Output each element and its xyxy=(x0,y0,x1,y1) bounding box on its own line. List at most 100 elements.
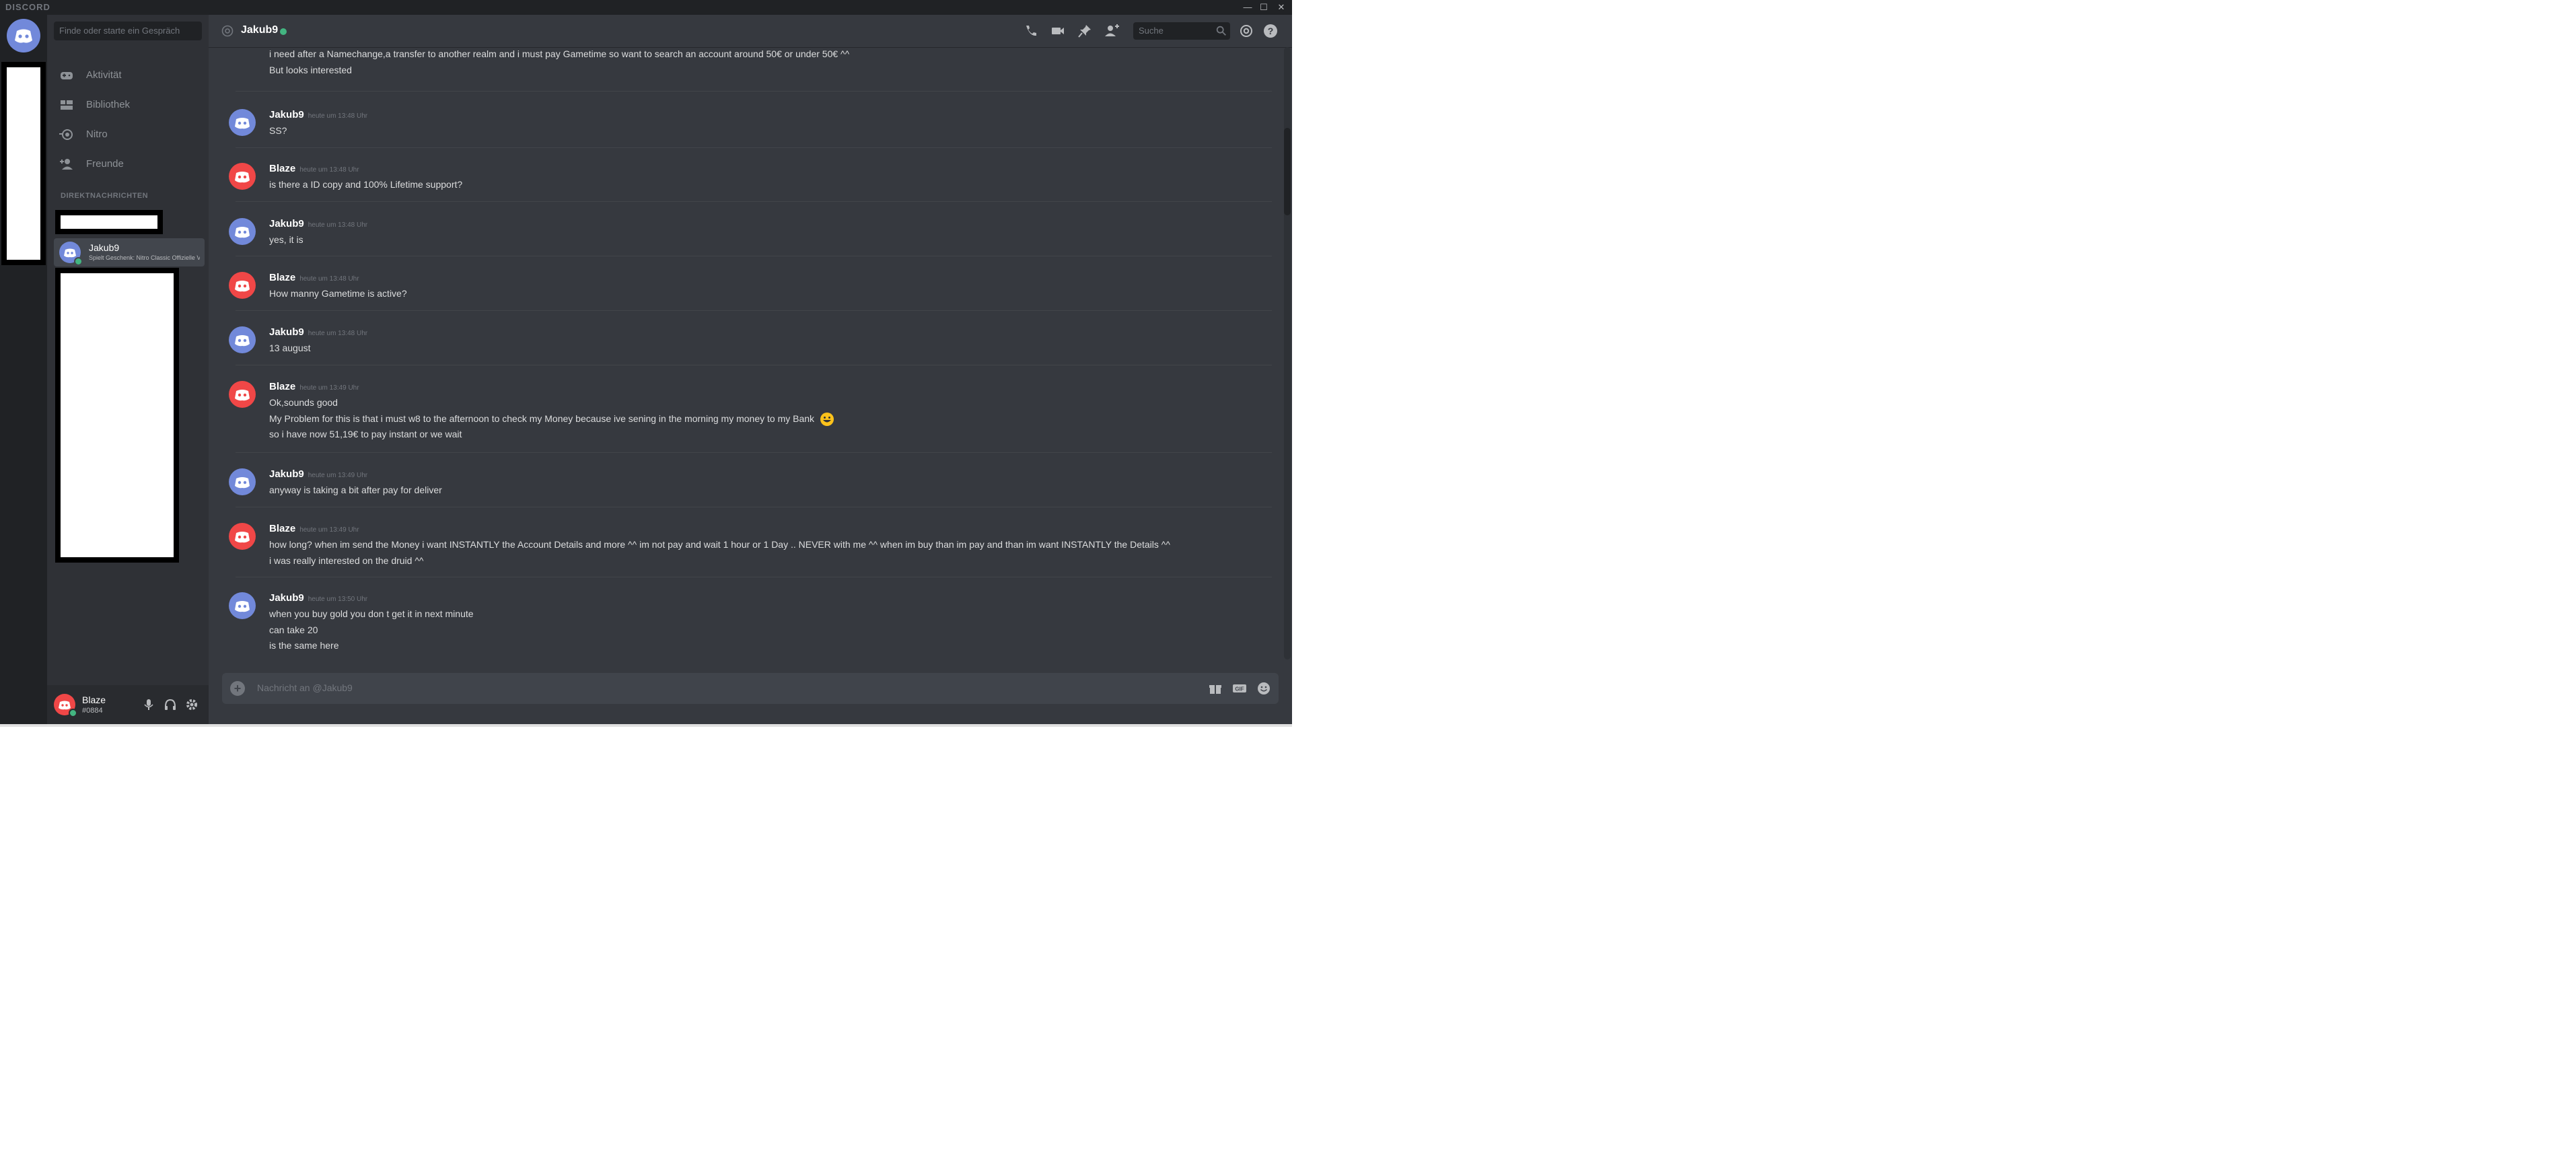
chat-header: Jakub9 Suche ? xyxy=(209,15,1292,47)
message-author[interactable]: Blaze heute um 13:49 Uhr xyxy=(269,381,359,392)
app-brand: DISCORD xyxy=(5,2,50,12)
search-icon xyxy=(1216,26,1226,36)
user-tag: #0884 xyxy=(82,707,103,715)
avatar[interactable] xyxy=(229,592,256,619)
author-name[interactable]: Jakub9 xyxy=(269,326,304,338)
message-line: is there a ID copy and 100% Lifetime sup… xyxy=(269,179,463,190)
headphones-icon[interactable] xyxy=(163,697,178,712)
author-name[interactable]: Jakub9 xyxy=(269,218,304,229)
message-author[interactable]: Jakub9 heute um 13:50 Uhr xyxy=(269,592,367,604)
author-name[interactable]: Blaze xyxy=(269,523,295,534)
message-author[interactable]: Jakub9 heute um 13:48 Uhr xyxy=(269,218,367,229)
message-content: anyway is taking a bit after pay for del… xyxy=(269,483,442,499)
author-name[interactable]: Blaze xyxy=(269,381,295,392)
nav-item-activity[interactable]: Aktivität xyxy=(54,62,202,89)
nav-item-friends[interactable]: Freunde xyxy=(54,151,202,178)
author-name[interactable]: Jakub9 xyxy=(269,592,304,604)
add-friend-icon[interactable] xyxy=(1104,23,1120,39)
mentions-icon[interactable] xyxy=(1238,23,1254,39)
maximize-button[interactable]: ☐ xyxy=(1256,0,1272,15)
message-divider xyxy=(236,147,1272,148)
message-content: Ok,sounds good My Problem for this is th… xyxy=(269,395,834,443)
message-content: when you buy gold you don t get it in ne… xyxy=(269,606,474,654)
discord-logo-icon xyxy=(15,29,32,43)
message-author[interactable]: Jakub9 heute um 13:49 Uhr xyxy=(269,468,367,480)
author-name[interactable]: Jakub9 xyxy=(269,109,304,120)
message-line: so i have now 51,19€ to pay instant or w… xyxy=(269,429,462,439)
online-status-dot xyxy=(74,257,83,266)
avatar[interactable] xyxy=(229,218,256,245)
message-timestamp: heute um 13:48 Uhr xyxy=(308,112,368,120)
avatar[interactable] xyxy=(229,381,256,408)
nav-item-label: Nitro xyxy=(86,129,108,140)
user-panel: Blaze #0884 xyxy=(47,685,209,724)
nav-item-library[interactable]: Bibliothek xyxy=(54,92,202,118)
video-call-icon[interactable] xyxy=(1050,23,1066,39)
nav-item-label: Aktivität xyxy=(86,69,122,81)
discord-avatar-icon xyxy=(235,172,250,183)
voice-call-icon[interactable] xyxy=(1023,23,1039,39)
message-author[interactable]: Blaze heute um 13:48 Uhr xyxy=(269,163,359,174)
message-line: can take 20 xyxy=(269,624,318,635)
avatar[interactable] xyxy=(229,109,256,136)
emoji-icon[interactable] xyxy=(1256,680,1272,697)
direct-messages-header: DIREKTNACHRICHTEN xyxy=(61,192,149,200)
microphone-icon[interactable] xyxy=(141,697,156,712)
dm-item-jakub9[interactable]: Jakub9 Spielt Geschenk: Nitro Classic Of… xyxy=(54,238,205,266)
avatar[interactable] xyxy=(229,326,256,353)
message-line: i need after a Namechange,a transfer to … xyxy=(269,48,850,59)
message-timestamp: heute um 13:48 Uhr xyxy=(299,275,359,283)
svg-text:?: ? xyxy=(1268,26,1274,36)
help-icon[interactable]: ? xyxy=(1262,23,1279,39)
message-line: is the same here xyxy=(269,640,339,651)
gif-icon[interactable]: GIF xyxy=(1231,680,1248,697)
discord-avatar-icon xyxy=(235,390,250,401)
nav-item-label: Bibliothek xyxy=(86,99,131,110)
message-line: when you buy gold you don t get it in ne… xyxy=(269,608,474,619)
avatar[interactable] xyxy=(229,523,256,550)
author-name[interactable]: Blaze xyxy=(269,272,295,283)
gear-icon[interactable] xyxy=(184,697,199,712)
message-author[interactable]: Blaze heute um 13:49 Uhr xyxy=(269,523,359,534)
gift-icon[interactable] xyxy=(1207,680,1223,697)
redacted-server-list xyxy=(1,62,46,265)
message-line: how long? when im send the Money i want … xyxy=(269,539,1170,550)
discord-avatar-icon xyxy=(235,227,250,238)
close-button[interactable]: ✕ xyxy=(1273,0,1289,15)
message-line: 13 august xyxy=(269,343,311,353)
message-line-text: My Problem for this is that i must w8 to… xyxy=(269,413,815,424)
minimize-button[interactable]: — xyxy=(1240,0,1256,15)
message-line: SS? xyxy=(269,125,287,136)
author-name[interactable]: Jakub9 xyxy=(269,468,304,480)
dm-name: Jakub9 xyxy=(89,242,120,253)
avatar[interactable] xyxy=(229,272,256,299)
discord-avatar-icon xyxy=(235,601,250,612)
upload-button[interactable]: + xyxy=(230,681,245,696)
discord-avatar-icon xyxy=(235,281,250,292)
message-author[interactable]: Jakub9 heute um 13:48 Uhr xyxy=(269,326,367,338)
avatar[interactable] xyxy=(229,468,256,495)
home-button[interactable] xyxy=(7,19,40,52)
nav-item-label: Freunde xyxy=(86,158,124,170)
message-author[interactable]: Blaze heute um 13:48 Uhr xyxy=(269,272,359,283)
message-input[interactable]: Nachricht an @Jakub9 xyxy=(257,682,353,693)
discord-avatar-icon xyxy=(235,532,250,543)
message-divider xyxy=(236,91,1272,92)
author-name[interactable]: Blaze xyxy=(269,163,295,174)
message-list: i need after a Namechange,a transfer to … xyxy=(209,47,1285,660)
scrollbar-thumb[interactable] xyxy=(1284,128,1291,215)
message-author[interactable]: Jakub9 heute um 13:48 Uhr xyxy=(269,109,367,120)
nav-item-nitro[interactable]: Nitro xyxy=(54,121,202,148)
online-status-dot xyxy=(69,709,77,717)
discord-avatar-icon xyxy=(235,118,250,129)
pin-icon[interactable] xyxy=(1077,23,1093,39)
conversation-search-input[interactable]: Finde oder starte ein Gespräch xyxy=(54,22,202,40)
message-timestamp: heute um 13:48 Uhr xyxy=(308,330,368,337)
discord-window: DISCORD — ☐ ✕ Finde oder starte ein Gesp… xyxy=(0,0,1292,724)
message-divider xyxy=(236,452,1272,453)
message-timestamp: heute um 13:49 Uhr xyxy=(308,472,368,479)
nitro-icon xyxy=(59,129,73,140)
message-content: is there a ID copy and 100% Lifetime sup… xyxy=(269,177,462,193)
channel-name: Jakub9 xyxy=(241,24,279,36)
avatar[interactable] xyxy=(229,163,256,190)
